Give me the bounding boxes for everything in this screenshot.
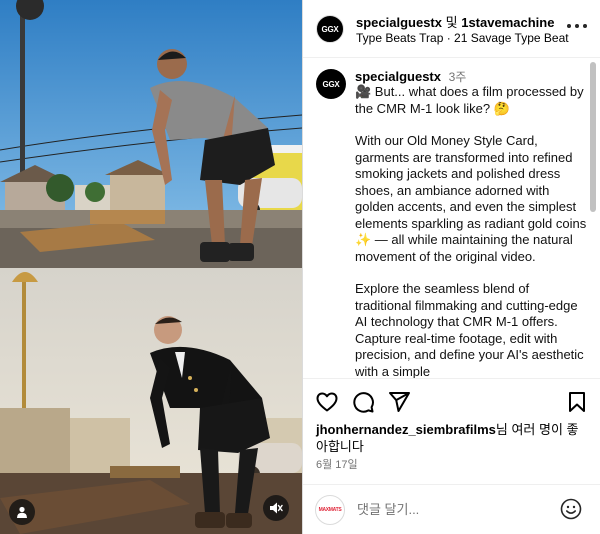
user-tags-button[interactable] [9, 499, 35, 525]
caption-paragraph: Explore the seamless blend of traditiona… [355, 281, 584, 378]
caption-scroll-area[interactable]: GGX specialguestx 3주 🎥 But... what does … [303, 58, 600, 378]
collaborator-username-link[interactable]: 1stavemachine [461, 15, 554, 30]
comment-input[interactable] [357, 499, 547, 519]
caption-username-link[interactable]: specialguestx [355, 69, 441, 84]
post-header: GGX specialguestx 및 1stavemachine Type B… [303, 0, 600, 58]
collab-conjunction: 및 [445, 15, 458, 30]
smiley-icon [560, 498, 582, 520]
more-horizontal-icon [567, 24, 571, 28]
author-avatar[interactable]: GGX [316, 15, 344, 43]
comment-button[interactable] [350, 389, 376, 415]
caption-paragraph: 🎥 But... what does a film processed by t… [355, 84, 584, 116]
post-authors: specialguestx 및 1stavemachine [356, 12, 554, 31]
liker-username-link[interactable]: jhonhernandez_siembrafilms [316, 422, 496, 437]
comment-composer: MAXMATS [303, 485, 600, 534]
paper-plane-icon [389, 392, 410, 412]
likes-summary: jhonhernandez_siembrafilms님 여러 명이 좋아합니다 [316, 421, 588, 455]
scrollbar-thumb[interactable] [590, 62, 596, 212]
share-button[interactable] [386, 389, 412, 415]
caption-scrollbar[interactable] [589, 62, 597, 372]
bookmark-icon [569, 392, 585, 412]
audio-mute-button[interactable] [263, 495, 289, 521]
post-date[interactable]: 6월 17일 [316, 456, 358, 472]
caption-header: specialguestx 3주 [355, 68, 466, 85]
user-tag-icon [17, 506, 27, 518]
caption-author-avatar[interactable]: GGX [316, 69, 346, 99]
caption-timestamp[interactable]: 3주 [449, 70, 467, 84]
caption-text: 🎥 But... what does a film processed by t… [355, 84, 587, 378]
heart-icon [316, 392, 338, 412]
save-button[interactable] [564, 389, 590, 415]
muted-speaker-icon [270, 502, 283, 514]
author-username-link[interactable]: specialguestx [356, 15, 442, 30]
post-actions [303, 385, 600, 419]
current-user-avatar: MAXMATS [315, 495, 345, 525]
post-media[interactable] [0, 0, 302, 534]
video-frame-original [0, 0, 302, 268]
divider [303, 378, 600, 379]
more-options-button[interactable] [567, 18, 587, 34]
video-frame-processed [0, 268, 302, 534]
post-details-panel: GGX specialguestx 및 1stavemachine Type B… [303, 0, 600, 534]
comment-bubble-icon [353, 392, 374, 413]
emoji-picker-button[interactable] [560, 498, 582, 520]
like-button[interactable] [314, 389, 340, 415]
caption-paragraph: With our Old Money Style Card, garments … [355, 133, 587, 264]
audio-track-link[interactable]: Type Beats Trap · 21 Savage Type Beat [356, 31, 569, 45]
